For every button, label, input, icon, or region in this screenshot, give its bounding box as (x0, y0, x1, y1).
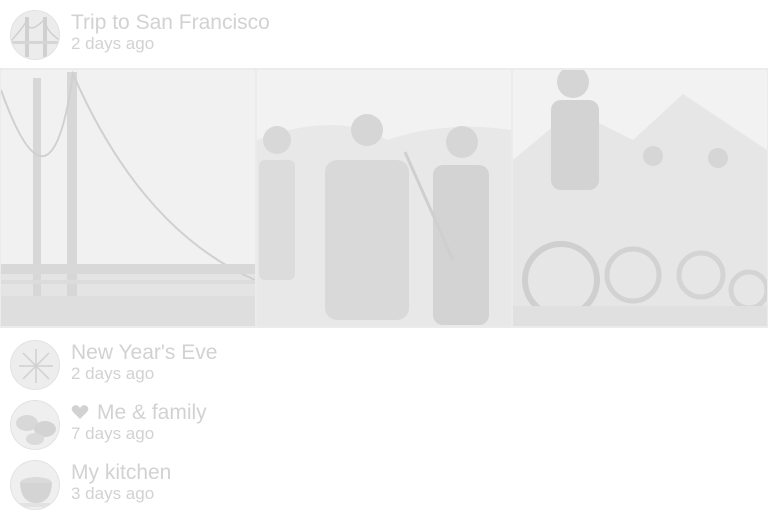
album-row-my-kitchen[interactable]: My kitchen 3 days ago (0, 450, 768, 510)
album-title: New Year's Eve (71, 341, 218, 364)
album-avatar-cup-icon (10, 460, 60, 510)
heart-icon (71, 403, 89, 419)
album-title: Trip to San Francisco (71, 11, 270, 34)
album-row-new-years-eve[interactable]: New Year's Eve 2 days ago (0, 330, 768, 390)
album-row-me-and-family[interactable]: Me & family 7 days ago (0, 390, 768, 450)
album-photo-strip (0, 68, 768, 328)
album-row-trip-to-san-francisco[interactable]: Trip to San Francisco 2 days ago (0, 0, 768, 60)
album-date: 7 days ago (71, 424, 155, 443)
album-title: Me & family (97, 401, 207, 424)
album-date: 2 days ago (71, 34, 155, 53)
album-date: 3 days ago (71, 484, 155, 503)
album-title: My kitchen (71, 461, 172, 484)
album-avatar-hands-icon (10, 400, 60, 450)
album-date: 2 days ago (71, 364, 155, 383)
album-title-wrapper: Me & family (71, 402, 207, 424)
photo-mountain-bikers[interactable] (513, 70, 767, 326)
album-avatar-golden-gate-bridge-icon (10, 10, 60, 60)
album-avatar-sparkler-icon (10, 340, 60, 390)
photo-family-hiking[interactable] (257, 70, 511, 326)
photo-golden-gate-bridge[interactable] (1, 70, 255, 326)
